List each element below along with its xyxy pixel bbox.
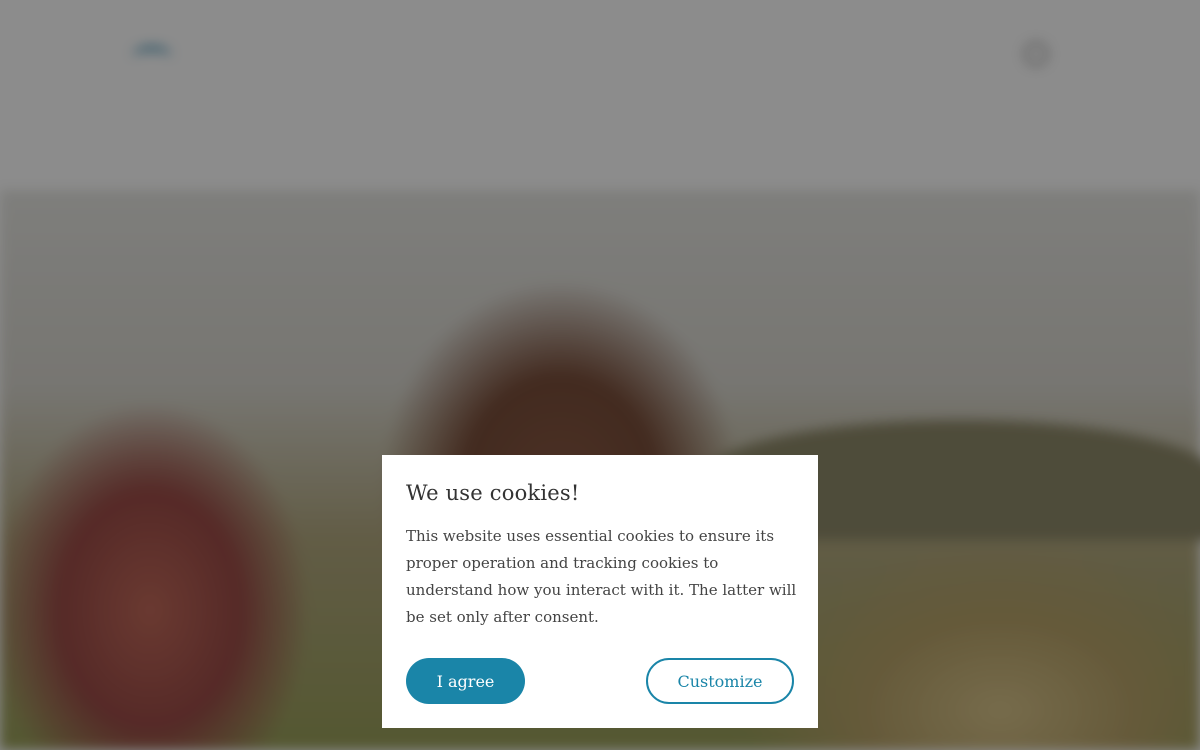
cookie-consent-dialog: We use cookies! This website uses essent…: [382, 455, 818, 728]
agree-button[interactable]: I agree: [406, 658, 525, 704]
page: We use cookies! This website uses essent…: [0, 0, 1200, 750]
customize-button[interactable]: Customize: [646, 658, 794, 704]
cookie-dialog-actions: I agree Customize: [406, 658, 794, 704]
cookie-dialog-message: This website uses essential cookies to e…: [406, 527, 797, 626]
cookie-dialog-title: We use cookies!: [406, 481, 580, 505]
